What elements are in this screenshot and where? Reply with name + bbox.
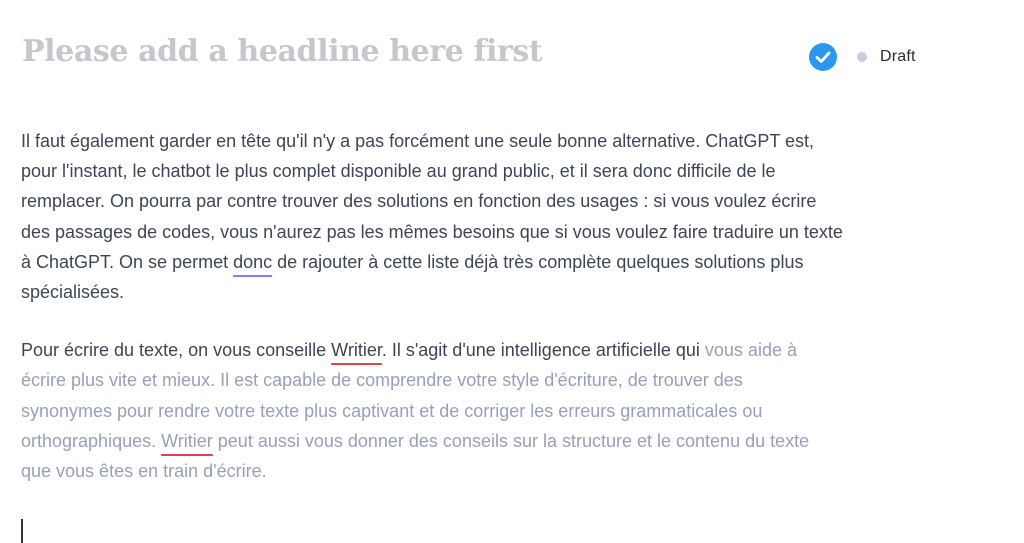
draft-status-dot [857,52,867,62]
status-indicator: Draft [809,43,916,71]
text-line: Il faut également garder en tête qu'il n… [21,131,815,151]
text-line: des passages de codes, vous n'aurez pas … [21,221,843,242]
text-cursor [21,519,23,543]
text-segment: Pour écrire du texte, on vous conseille [21,340,332,361]
text-line: pour l'instant, le chatbot le plus compl… [21,161,776,182]
text-line: synonymes pour rendre votre texte plus c… [21,400,763,421]
headline-placeholder[interactable]: Please add a headline here first [22,34,543,69]
text-segment-muted: vous aide à [704,340,797,361]
style-suggestion-word[interactable]: donc [233,252,272,272]
check-circle-icon [809,43,837,71]
spelling-error-word[interactable]: Writier [331,340,382,360]
text-segment: . Il s'agit d'une intelligence artificie… [381,340,705,361]
text-segment: de rajouter à cette liste déjà très comp… [272,251,804,272]
paragraph-1: Il faut également garder en tête qu'il n… [21,126,996,307]
text-segment: peut aussi vous donner des conseils sur … [212,430,810,451]
spelling-error-word[interactable]: Writier [161,431,213,451]
text-line: à ChatGPT. On se permet donc de rajouter… [21,247,996,277]
draft-label: Draft [880,48,916,65]
editor-content[interactable]: Il faut également garder en tête qu'il n… [21,126,996,486]
text-line: orthographiques. Writier peut aussi vous… [21,426,996,456]
text-segment: à ChatGPT. On se permet [21,251,234,272]
text-line: spécialisées. [21,282,125,303]
text-line: écrire plus vite et mieux. Il est capabl… [21,370,743,391]
paragraph-2: Pour écrire du texte, on vous conseille … [21,335,996,486]
text-line: remplacer. On pourra par contre trouver … [21,191,817,212]
text-line: que vous êtes en train d'écrire. [21,461,267,482]
text-line: Pour écrire du texte, on vous conseille … [21,335,996,365]
text-segment: orthographiques. [21,430,162,451]
